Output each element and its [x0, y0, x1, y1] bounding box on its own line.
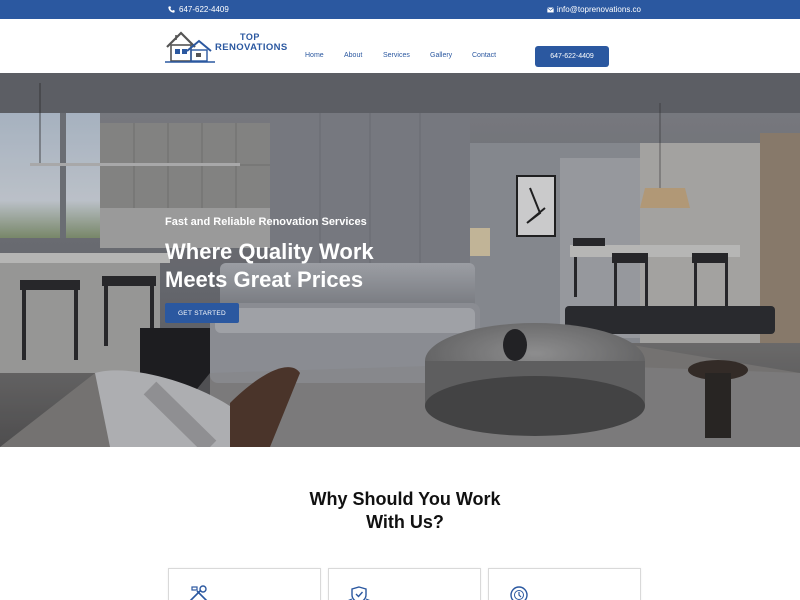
nav-contact[interactable]: Contact	[472, 52, 496, 59]
topbar-phone-text: 647-622-4409	[179, 5, 229, 14]
nav-services[interactable]: Services	[383, 52, 410, 59]
hero-tagline: Fast and Reliable Renovation Services	[165, 216, 367, 228]
feature-card	[488, 568, 641, 600]
site-header: TOP RENOVATIONS Home About Services Gall…	[0, 19, 800, 73]
top-contact-bar: 647-622-4409 info@toprenovations.co	[0, 0, 800, 19]
hero-section: Fast and Reliable Renovation Services Wh…	[0, 73, 800, 447]
why-title-line-2: With Us?	[366, 512, 444, 532]
header-phone-button[interactable]: 647-622-4409	[535, 46, 609, 67]
why-title-line-1: Why Should You Work	[309, 489, 501, 509]
topbar-email-text: info@toprenovations.co	[556, 5, 641, 14]
house-logo-icon	[165, 31, 215, 63]
why-section-title: Why Should You Work With Us?	[0, 488, 800, 534]
feature-card	[168, 568, 321, 600]
nav-home[interactable]: Home	[305, 52, 324, 59]
hero-title-line-2: Meets Great Prices	[165, 267, 364, 292]
tools-icon	[185, 585, 213, 600]
get-started-button[interactable]: GET STARTED	[165, 303, 239, 323]
clock-dollar-icon	[505, 585, 533, 600]
site-logo[interactable]: TOP RENOVATIONS	[165, 29, 290, 65]
nav-about[interactable]: About	[344, 52, 362, 59]
phone-icon	[168, 6, 175, 13]
topbar-phone[interactable]: 647-622-4409	[168, 5, 229, 14]
topbar-email[interactable]: info@toprenovations.co	[546, 5, 641, 14]
logo-text-top: TOP	[240, 32, 260, 42]
logo-text-bottom: RENOVATIONS	[215, 42, 288, 53]
hero-title-line-1: Where Quality Work	[165, 239, 374, 264]
shield-badge-icon	[345, 585, 373, 600]
feature-card	[328, 568, 481, 600]
nav-gallery[interactable]: Gallery	[430, 52, 452, 59]
envelope-icon	[546, 6, 554, 13]
hero-title: Where Quality Work Meets Great Prices	[165, 238, 485, 294]
